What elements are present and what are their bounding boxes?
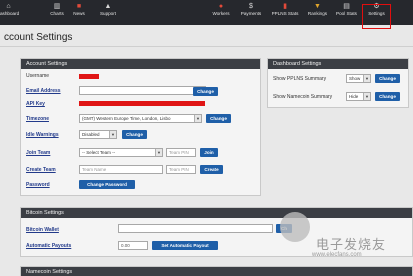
chevron-down-icon: ▼ xyxy=(109,131,116,138)
join-team-pin-input[interactable]: Team PIN xyxy=(166,148,196,157)
nav-support[interactable]: ▲ Support xyxy=(96,2,120,24)
pplns-summary-select[interactable]: Show ▼ xyxy=(346,74,371,83)
change-password-button[interactable]: Change Password xyxy=(79,180,135,189)
create-team-pin-input[interactable]: Team PIN xyxy=(166,165,196,174)
page-title: ccount Settings xyxy=(4,32,73,43)
timezone-label: Timezone xyxy=(26,116,49,122)
timezone-change-button[interactable]: Change xyxy=(206,114,231,123)
nav-payments[interactable]: $ Payments xyxy=(236,2,266,24)
create-team-name-input[interactable]: Team Name xyxy=(79,165,163,174)
email-label: Email Address xyxy=(26,88,61,94)
idle-warnings-value: Disabled xyxy=(82,132,100,137)
bitcoin-wallet-label: Bitcoin Wallet xyxy=(26,227,59,233)
chevron-down-icon: ▼ xyxy=(155,149,162,156)
timezone-select[interactable]: (GMT) Western Europe Time, London, Lisbo… xyxy=(79,114,202,123)
chevron-down-icon: ▼ xyxy=(363,75,370,82)
idle-warnings-change-button[interactable]: Change xyxy=(122,130,147,139)
namecoin-summary-label: Show Namecoin Summary xyxy=(273,94,333,100)
api-key-redaction xyxy=(79,101,205,106)
create-team-button[interactable]: Create xyxy=(200,165,223,174)
settings-highlight-box xyxy=(362,4,391,29)
namecoin-change-button[interactable]: Change xyxy=(375,92,400,101)
pplns-summary-value: Show xyxy=(349,76,361,81)
watermark-text: 电子发烧友 xyxy=(316,238,387,253)
idle-warnings-label: Idle Warnings xyxy=(26,132,59,138)
top-navigation: ⌂ ashboard ▥ Charts ■ News ▲ Support ● W… xyxy=(0,0,413,25)
pplns-change-button[interactable]: Change xyxy=(375,74,400,83)
email-change-button[interactable]: Change xyxy=(193,87,218,96)
nav-workers[interactable]: ● Workers xyxy=(208,2,234,24)
chevron-down-icon: ▼ xyxy=(194,115,201,122)
create-team-label: Create Team xyxy=(26,167,56,173)
nav-pplns-stats[interactable]: ▮ PPLNS Stats xyxy=(268,2,302,24)
dashboard-settings-heading: Dashboard Settings xyxy=(268,59,408,69)
username-redaction xyxy=(79,74,99,79)
timezone-value: (GMT) Western Europe Time, London, Lisbo xyxy=(82,116,171,121)
nav-pool-stats[interactable]: ▤ Pool Stats xyxy=(333,2,360,24)
namecoin-settings-heading: Namecoin Settings xyxy=(21,267,412,276)
chevron-down-icon: ▼ xyxy=(363,93,370,100)
username-label: Username xyxy=(26,73,50,79)
join-team-value: -- Select Team -- xyxy=(82,150,116,155)
account-settings-panel: Account Settings Username Email Address … xyxy=(20,58,261,196)
join-team-select[interactable]: -- Select Team -- ▼ xyxy=(79,148,163,157)
namecoin-settings-panel: Namecoin Settings xyxy=(20,266,413,276)
idle-warnings-select[interactable]: Disabled ▼ xyxy=(79,130,117,139)
nav-rankings[interactable]: ▼ Rankings xyxy=(304,2,331,24)
automatic-payout-input[interactable]: 0.00 xyxy=(118,241,148,250)
namecoin-summary-select[interactable]: Hide ▼ xyxy=(346,92,371,101)
pplns-summary-label: Show PPLNS Summary xyxy=(273,76,327,82)
bitcoin-settings-heading: Bitcoin Settings xyxy=(21,208,412,218)
watermark-logo xyxy=(280,212,310,242)
join-team-label: Join Team xyxy=(26,150,51,156)
title-divider xyxy=(0,46,413,47)
set-automatic-payout-button[interactable]: Set Automatic Payout xyxy=(152,241,218,250)
bitcoin-wallet-input[interactable] xyxy=(118,224,273,233)
email-field[interactable] xyxy=(79,86,206,95)
watermark-url: www.elecfans.com xyxy=(312,252,362,258)
password-label: Password xyxy=(26,182,50,188)
dashboard-settings-panel: Dashboard Settings Show PPLNS Summary Sh… xyxy=(267,58,409,108)
nav-dashboard[interactable]: ⌂ ashboard xyxy=(0,2,19,24)
nav-news[interactable]: ■ News xyxy=(70,2,88,24)
nav-charts[interactable]: ▥ Charts xyxy=(46,2,68,24)
join-team-button[interactable]: Join xyxy=(200,148,218,157)
account-settings-heading: Account Settings xyxy=(21,59,260,69)
api-key-label: API Key xyxy=(26,101,45,107)
namecoin-summary-value: Hide xyxy=(349,94,359,99)
automatic-payouts-label: Automatic Payouts xyxy=(26,243,72,249)
